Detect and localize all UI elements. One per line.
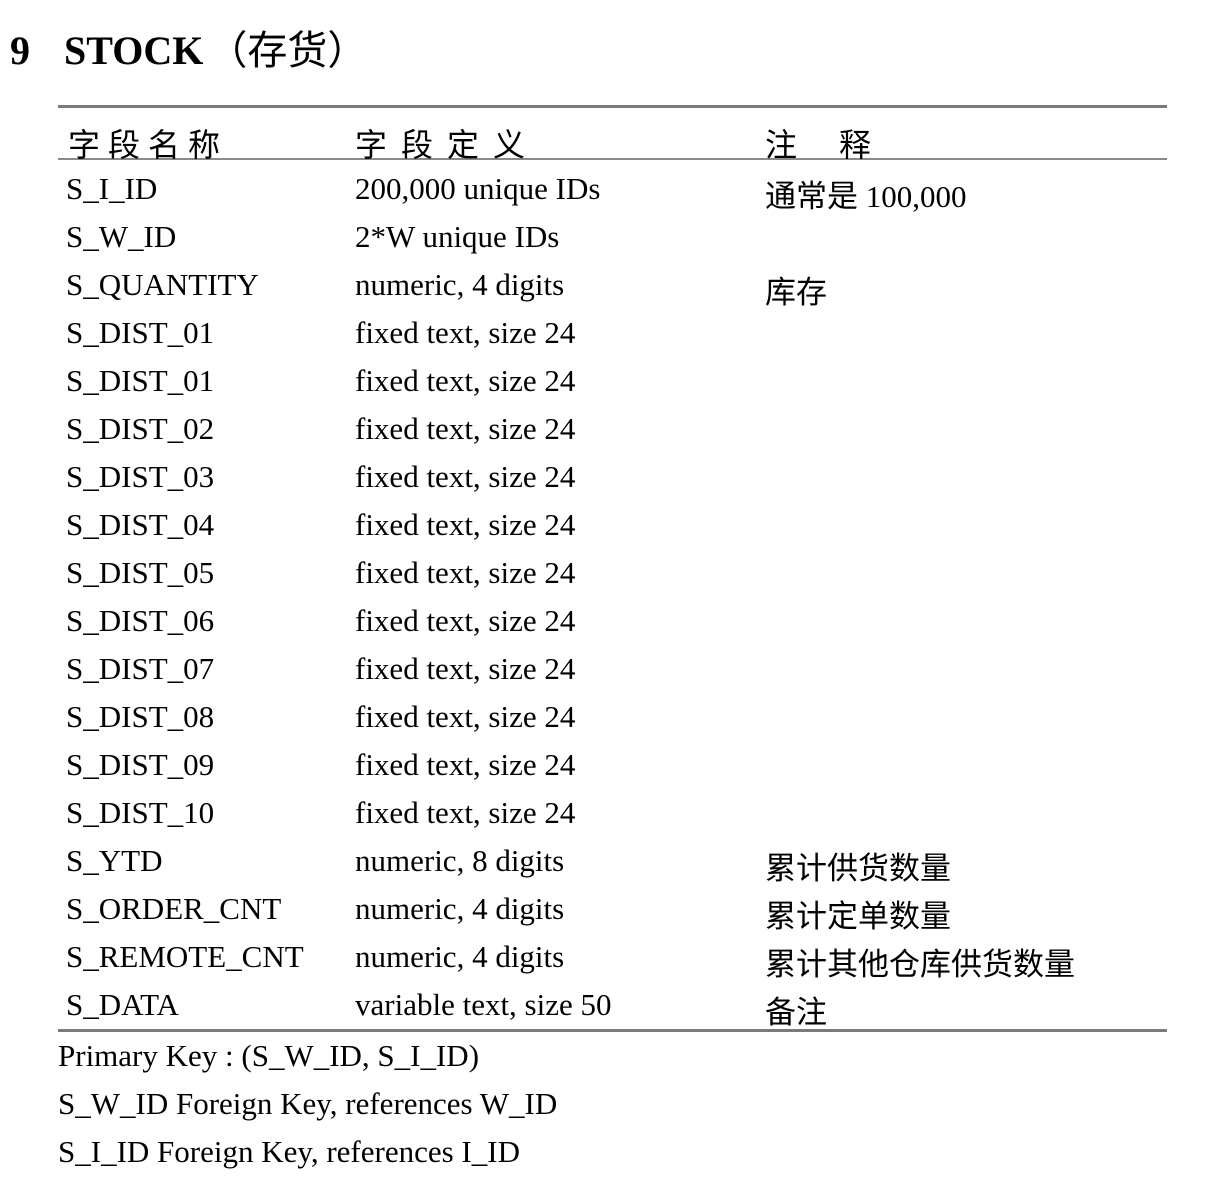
field-definition-cell: fixed text, size 24 <box>355 651 576 686</box>
field-name-cell: S_DATA <box>66 987 179 1022</box>
field-name-cell: S_DIST_07 <box>66 651 215 686</box>
field-definition-cell: fixed text, size 24 <box>355 555 576 590</box>
stock-table: 字段名称 字段定义 注释 S_I_ID 200,000 unique IDs 通常是… <box>58 105 1167 1032</box>
field-name-cell: S_DIST_10 <box>66 795 215 830</box>
table-row: S_DIST_04 fixed text, size 24 <box>58 501 1167 549</box>
field-name-cell: S_DIST_02 <box>66 411 215 446</box>
table-row: S_DIST_08 fixed text, size 24 <box>58 693 1167 741</box>
field-definition-cell: fixed text, size 24 <box>355 363 576 398</box>
field-name-cell: S_DIST_01 <box>66 315 215 350</box>
table-row: S_DATA variable text, size 50 备注 <box>58 981 1167 1030</box>
table-row: S_DIST_07 fixed text, size 24 <box>58 645 1167 693</box>
table-row: S_I_ID 200,000 unique IDs 通常是 100,000 <box>58 165 1167 214</box>
field-name-cell: S_DIST_06 <box>66 603 215 638</box>
field-definition-cell: numeric, 8 digits <box>355 843 565 878</box>
section-title: STOCK <box>64 28 204 73</box>
field-name-cell: S_I_ID <box>66 171 158 206</box>
field-name-cell: S_QUANTITY <box>66 267 259 302</box>
field-definition-cell: fixed text, size 24 <box>355 459 576 494</box>
comment-cell: 通常是 100,000 <box>765 179 967 214</box>
field-definition-cell: 200,000 unique IDs <box>355 171 601 206</box>
section-heading: 9 STOCK （存货） <box>10 18 367 78</box>
field-definition-cell: 2*W unique IDs <box>355 219 560 254</box>
table-row: S_DIST_05 fixed text, size 24 <box>58 549 1167 597</box>
table-row: S_DIST_03 fixed text, size 24 <box>58 453 1167 501</box>
table-row: S_YTD numeric, 8 digits 累计供货数量 <box>58 837 1167 886</box>
foreign-key-note-w-id: S_W_ID Foreign Key, references W_ID <box>58 1086 558 1121</box>
field-definition-cell: fixed text, size 24 <box>355 699 576 734</box>
field-name-cell: S_DIST_04 <box>66 507 215 542</box>
comment-cell: 库存 <box>765 275 827 310</box>
field-name-cell: S_DIST_01 <box>66 363 215 398</box>
field-name-cell: S_W_ID <box>66 219 177 254</box>
table-row: S_ORDER_CNT numeric, 4 digits 累计定单数量 <box>58 885 1167 934</box>
field-name-cell: S_REMOTE_CNT <box>66 939 304 974</box>
field-definition-cell: variable text, size 50 <box>355 987 612 1022</box>
table-row: S_REMOTE_CNT numeric, 4 digits 累计其他仓库供货数量 <box>58 933 1167 982</box>
table-row: S_DIST_02 fixed text, size 24 <box>58 405 1167 453</box>
section-subtitle: （存货） <box>207 28 368 73</box>
table-notes: Primary Key : (S_W_ID, S_I_ID) S_W_ID Fo… <box>58 1038 557 1182</box>
field-name-cell: S_DIST_08 <box>66 699 215 734</box>
field-name-cell: S_YTD <box>66 843 163 878</box>
field-definition-cell: numeric, 4 digits <box>355 939 565 974</box>
field-definition-cell: numeric, 4 digits <box>355 267 565 302</box>
table-header-row: 字段名称 字段定义 注释 <box>58 108 1167 163</box>
table-body: S_I_ID 200,000 unique IDs 通常是 100,000 S_W_I… <box>58 160 1167 1030</box>
table-row: S_QUANTITY numeric, 4 digits 库存 <box>58 261 1167 310</box>
field-definition-cell: fixed text, size 24 <box>355 507 576 542</box>
table-row: S_DIST_10 fixed text, size 24 <box>58 789 1167 837</box>
table-row: S_DIST_06 fixed text, size 24 <box>58 597 1167 645</box>
table-row: S_DIST_01 fixed text, size 24 <box>58 309 1167 357</box>
primary-key-note: Primary Key : (S_W_ID, S_I_ID) <box>58 1038 480 1073</box>
table-bottom-rule <box>58 1029 1167 1032</box>
field-name-cell: S_DIST_09 <box>66 747 215 782</box>
table-row: S_DIST_01 fixed text, size 24 <box>58 357 1167 405</box>
foreign-key-note-i-id: S_I_ID Foreign Key, references I_ID <box>58 1134 520 1169</box>
table-row: S_DIST_09 fixed text, size 24 <box>58 741 1167 789</box>
column-header-comment: 注释 <box>765 127 914 163</box>
field-definition-cell: numeric, 4 digits <box>355 891 565 926</box>
field-name-cell: S_DIST_03 <box>66 459 215 494</box>
field-name-cell: S_DIST_05 <box>66 555 215 590</box>
comment-cell: 累计其他仓库供货数量 <box>765 947 1075 982</box>
comment-cell: 备注 <box>765 995 827 1030</box>
comment-cell: 累计定单数量 <box>765 899 951 934</box>
column-header-field-name: 字段名称 <box>68 127 229 163</box>
field-definition-cell: fixed text, size 24 <box>355 411 576 446</box>
section-number: 9 <box>10 28 30 73</box>
column-header-field-definition: 字段定义 <box>355 127 540 163</box>
field-definition-cell: fixed text, size 24 <box>355 795 576 830</box>
comment-cell: 累计供货数量 <box>765 851 951 886</box>
field-definition-cell: fixed text, size 24 <box>355 315 576 350</box>
field-definition-cell: fixed text, size 24 <box>355 747 576 782</box>
field-definition-cell: fixed text, size 24 <box>355 603 576 638</box>
table-row: S_W_ID 2*W unique IDs <box>58 213 1167 261</box>
field-name-cell: S_ORDER_CNT <box>66 891 282 926</box>
